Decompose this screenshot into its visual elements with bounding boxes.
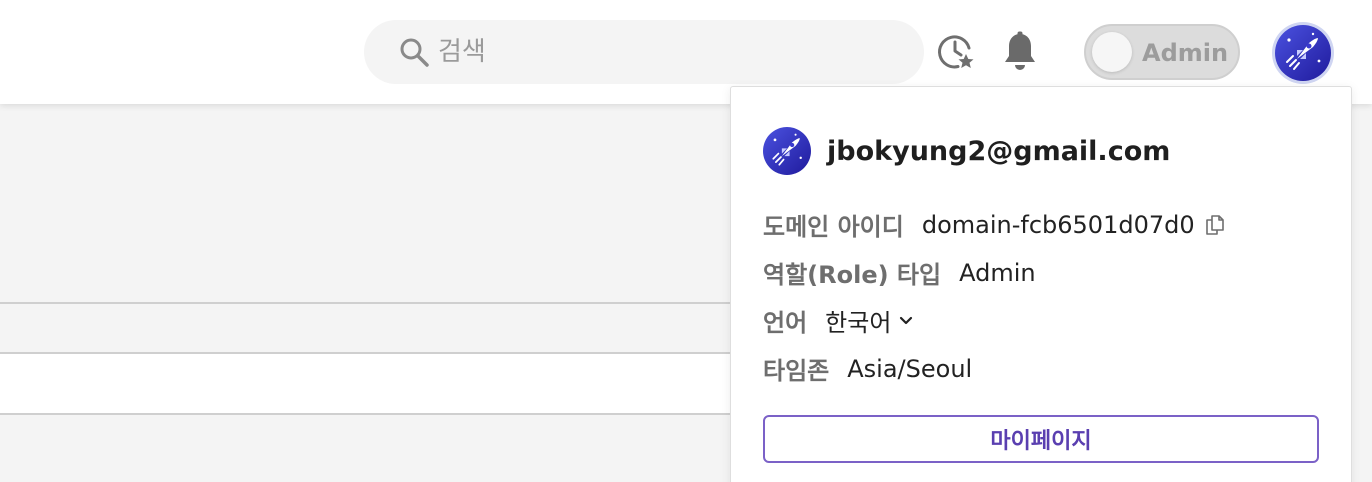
timezone-value: Asia/Seoul xyxy=(847,354,973,383)
role-type-label: 역할(Role) 타입 xyxy=(763,261,942,289)
search-icon xyxy=(400,38,429,67)
user-email: jbokyung2@gmail.com xyxy=(827,135,1171,167)
history-button[interactable] xyxy=(936,32,976,72)
role-type-value: Admin xyxy=(959,258,1036,287)
role-type-row: 역할(Role) 타입 Admin xyxy=(763,255,1036,290)
user-avatar-button[interactable] xyxy=(1272,22,1334,84)
timezone-row: 타임존 Asia/Seoul xyxy=(763,351,972,386)
divider xyxy=(0,302,732,304)
domain-id-row: 도메인 아이디 domain-fcb6501d07d0 xyxy=(763,207,1227,242)
rocket-avatar-icon xyxy=(1275,25,1331,81)
domain-id-value: domain-fcb6501d07d0 xyxy=(921,210,1195,239)
search-bar[interactable] xyxy=(364,20,924,84)
language-row: 언어 한국어 xyxy=(763,303,913,338)
profile-dropdown: jbokyung2@gmail.com 도메인 아이디 domain-fcb65… xyxy=(730,86,1352,482)
copy-icon[interactable] xyxy=(1203,213,1227,237)
language-label: 언어 xyxy=(763,309,808,337)
toggle-knob xyxy=(1092,32,1132,72)
admin-mode-toggle[interactable]: Admin xyxy=(1084,24,1240,80)
timezone-label: 타임존 xyxy=(763,357,830,385)
table-row xyxy=(0,354,732,414)
search-input[interactable] xyxy=(438,37,858,67)
notification-button[interactable] xyxy=(1000,30,1040,74)
language-value: 한국어 xyxy=(825,309,892,337)
domain-id-label: 도메인 아이디 xyxy=(763,213,904,241)
chevron-down-icon xyxy=(900,316,913,324)
bell-icon xyxy=(1005,31,1035,70)
divider xyxy=(0,352,732,354)
mypage-button[interactable]: 마이페이지 xyxy=(763,415,1319,463)
toggle-label: Admin xyxy=(1142,39,1229,67)
language-select[interactable]: 한국어 xyxy=(825,303,913,338)
rocket-avatar-icon xyxy=(763,127,811,175)
profile-header: jbokyung2@gmail.com xyxy=(763,127,1170,175)
clock-star-icon xyxy=(938,35,974,69)
divider xyxy=(0,413,732,415)
